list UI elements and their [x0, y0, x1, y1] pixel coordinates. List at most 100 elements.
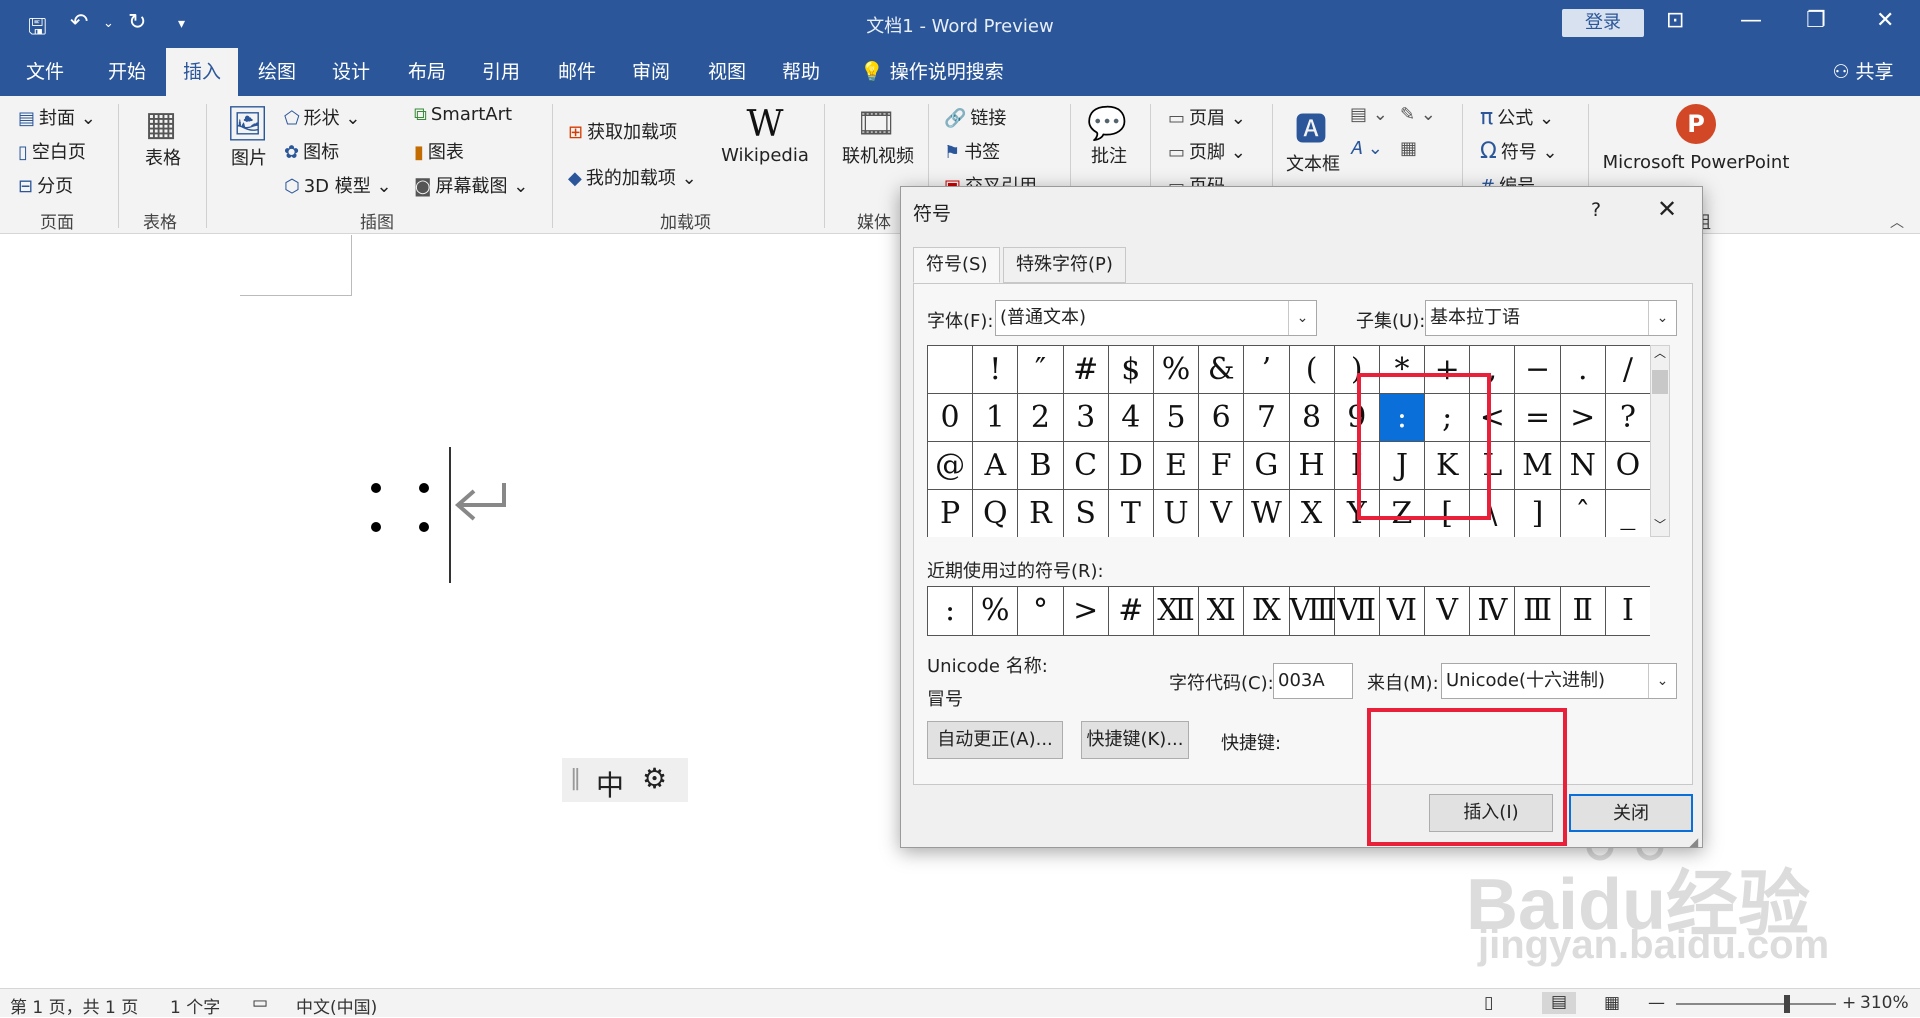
signature-line-button[interactable]: ✎ ⌄ — [1400, 104, 1436, 125]
scroll-down-icon[interactable]: ﹀ — [1654, 516, 1666, 533]
zoom-out-icon[interactable]: — — [1648, 993, 1665, 1013]
3d-models-button[interactable]: ⬡ 3D 模型 ⌄ — [284, 172, 392, 198]
recent-symbol-cell[interactable]: % — [973, 587, 1019, 635]
symbol-cell[interactable]: ! — [973, 346, 1019, 394]
scroll-up-icon[interactable]: ︿ — [1654, 344, 1666, 361]
icons-button[interactable]: ✿ 图标 — [284, 138, 339, 164]
symbol-cell[interactable]: / — [1605, 346, 1650, 394]
symbol-cell[interactable]: $ — [1108, 346, 1154, 394]
recent-symbol-cell[interactable]: Ⅲ — [1515, 587, 1561, 635]
recent-symbol-cell[interactable]: : — [928, 587, 974, 635]
symbol-cell[interactable] — [928, 346, 974, 394]
recent-symbol-cell[interactable]: Ⅺ — [1199, 587, 1245, 635]
symbol-cell[interactable]: . — [1560, 346, 1606, 394]
recent-symbol-cell[interactable]: Ⅳ — [1470, 587, 1516, 635]
symbol-cell[interactable]: = — [1515, 394, 1561, 442]
recent-symbol-cell[interactable]: Ⅷ — [1289, 587, 1337, 635]
zoom-level[interactable]: 310% — [1860, 993, 1909, 1013]
symbol-cell[interactable]: ( — [1289, 346, 1335, 394]
bookmark-button[interactable]: ⚑ 书签 — [944, 138, 1000, 164]
symbol-cell[interactable]: 3 — [1063, 394, 1109, 442]
help-button[interactable]: ? — [1591, 199, 1601, 221]
symbol-cell[interactable]: ] — [1515, 490, 1561, 537]
quick-parts-button[interactable]: ▤ ⌄ — [1350, 104, 1388, 125]
symbol-cell[interactable]: V — [1199, 490, 1245, 537]
autocorrect-button[interactable]: 自动更正(A)... — [927, 721, 1063, 759]
symbol-cell[interactable]: 5 — [1153, 394, 1200, 442]
smartart-button[interactable]: ⧉ SmartArt — [414, 104, 512, 125]
symbol-grid-scrollbar[interactable]: ︿ ﹀ — [1650, 345, 1670, 537]
ribbon-display-options-icon[interactable]: ⊡ — [1666, 8, 1684, 33]
textbox-button[interactable]: 🅰 文本框 — [1284, 104, 1342, 176]
symbol-cell[interactable]: ’ — [1244, 346, 1290, 394]
tab-view[interactable]: 视图 — [692, 48, 762, 96]
zoom-slider-track[interactable] — [1676, 1003, 1836, 1005]
tab-references[interactable]: 引用 — [466, 48, 536, 96]
symbol-cell[interactable]: 2 — [1018, 394, 1064, 442]
my-addins-button[interactable]: ◆ 我的加载项 ⌄ — [568, 164, 697, 190]
recent-symbol-cell[interactable]: Ⅸ — [1244, 587, 1290, 635]
recent-symbol-cell[interactable]: Ⅶ — [1334, 587, 1380, 635]
powerpoint-button[interactable]: P Microsoft PowerPoint — [1600, 104, 1792, 173]
symbol-cell[interactable]: S — [1063, 490, 1109, 537]
collapse-ribbon-icon[interactable]: ︿ — [1890, 212, 1904, 232]
symbol-cell[interactable]: T — [1108, 490, 1154, 537]
symbol-cell[interactable]: ″ — [1018, 346, 1064, 394]
recent-symbol-cell[interactable]: Ⅵ — [1379, 587, 1426, 635]
symbol-cell[interactable]: 0 — [928, 394, 974, 442]
share-button[interactable]: ⚇ 共享 — [1818, 48, 1908, 96]
cover-page-button[interactable]: ▤ 封面 ⌄ — [18, 104, 96, 130]
symbol-cell[interactable]: B — [1018, 442, 1064, 490]
shapes-button[interactable]: ⬠ 形状 ⌄ — [284, 104, 360, 130]
get-addins-button[interactable]: ⊞ 获取加载项 — [568, 118, 677, 144]
close-button[interactable]: 关闭 — [1569, 794, 1693, 832]
tell-me-search[interactable]: 💡 操作说明搜索 — [860, 48, 1060, 96]
symbol-cell[interactable]: O — [1605, 442, 1650, 490]
symbol-cell[interactable]: @ — [928, 442, 974, 490]
symbol-cell[interactable]: E — [1153, 442, 1200, 490]
symbol-cell[interactable]: − — [1515, 346, 1561, 394]
footer-button[interactable]: ▭ 页脚 ⌄ — [1168, 138, 1246, 164]
read-mode-icon[interactable]: ▯ — [1484, 993, 1493, 1013]
symbol-cell[interactable]: ? — [1605, 394, 1650, 442]
word-count[interactable]: 1 个字 — [170, 993, 220, 1018]
table-button[interactable]: ▦ 表格 — [140, 104, 186, 170]
symbol-cell[interactable]: D — [1108, 442, 1154, 490]
symbol-cell[interactable]: G — [1244, 442, 1290, 490]
symbol-cell[interactable]: A — [973, 442, 1019, 490]
symbol-cell[interactable]: # — [1063, 346, 1109, 394]
login-button[interactable]: 登录 — [1562, 9, 1644, 37]
picture-button[interactable]: 🖼 图片 — [226, 104, 272, 170]
symbol-cell[interactable]: N — [1560, 442, 1606, 490]
comment-button[interactable]: 💬 批注 — [1084, 104, 1134, 168]
recent-symbol-cell[interactable]: Ⅴ — [1425, 587, 1471, 635]
tab-help[interactable]: 帮助 — [766, 48, 836, 96]
ime-toolbar[interactable]: ‖ 中 ⚙ — [562, 758, 688, 802]
symbol-cell[interactable]: P — [928, 490, 974, 537]
ime-drag-handle[interactable]: ‖ — [570, 766, 581, 791]
symbol-cell[interactable]: 1 — [973, 394, 1019, 442]
tab-special-characters[interactable]: 特殊字符(P) — [1003, 247, 1126, 283]
subset-select[interactable]: 基本拉丁语 ⌄ — [1425, 300, 1677, 336]
recent-symbol-cell[interactable]: > — [1063, 587, 1109, 635]
symbol-cell[interactable]: 7 — [1244, 394, 1290, 442]
tab-insert[interactable]: 插入 — [166, 48, 238, 96]
wordart-button[interactable]: 𝐴 ⌄ — [1350, 138, 1387, 159]
charcode-input[interactable]: 003A — [1273, 663, 1353, 699]
symbol-cell[interactable]: 4 — [1108, 394, 1154, 442]
symbol-cell[interactable]: U — [1153, 490, 1200, 537]
wikipedia-button[interactable]: W Wikipedia — [720, 104, 810, 166]
tab-home[interactable]: 开始 — [90, 48, 164, 96]
symbol-cell[interactable]: > — [1560, 394, 1606, 442]
symbol-cell[interactable]: X — [1289, 490, 1335, 537]
header-button[interactable]: ▭ 页眉 ⌄ — [1168, 104, 1246, 130]
tab-design[interactable]: 设计 — [316, 48, 386, 96]
recent-symbol-cell[interactable]: Ⅰ — [1605, 587, 1650, 635]
symbol-cell[interactable]: & — [1199, 346, 1245, 394]
tab-mailings[interactable]: 邮件 — [542, 48, 612, 96]
minimize-icon[interactable]: — — [1740, 8, 1762, 33]
chart-button[interactable]: ▮ 图表 — [414, 138, 464, 164]
symbol-cell[interactable]: 8 — [1289, 394, 1335, 442]
symbol-cell[interactable]: _ — [1605, 490, 1650, 537]
online-video-button[interactable]: 🎞 联机视频 — [838, 104, 918, 168]
